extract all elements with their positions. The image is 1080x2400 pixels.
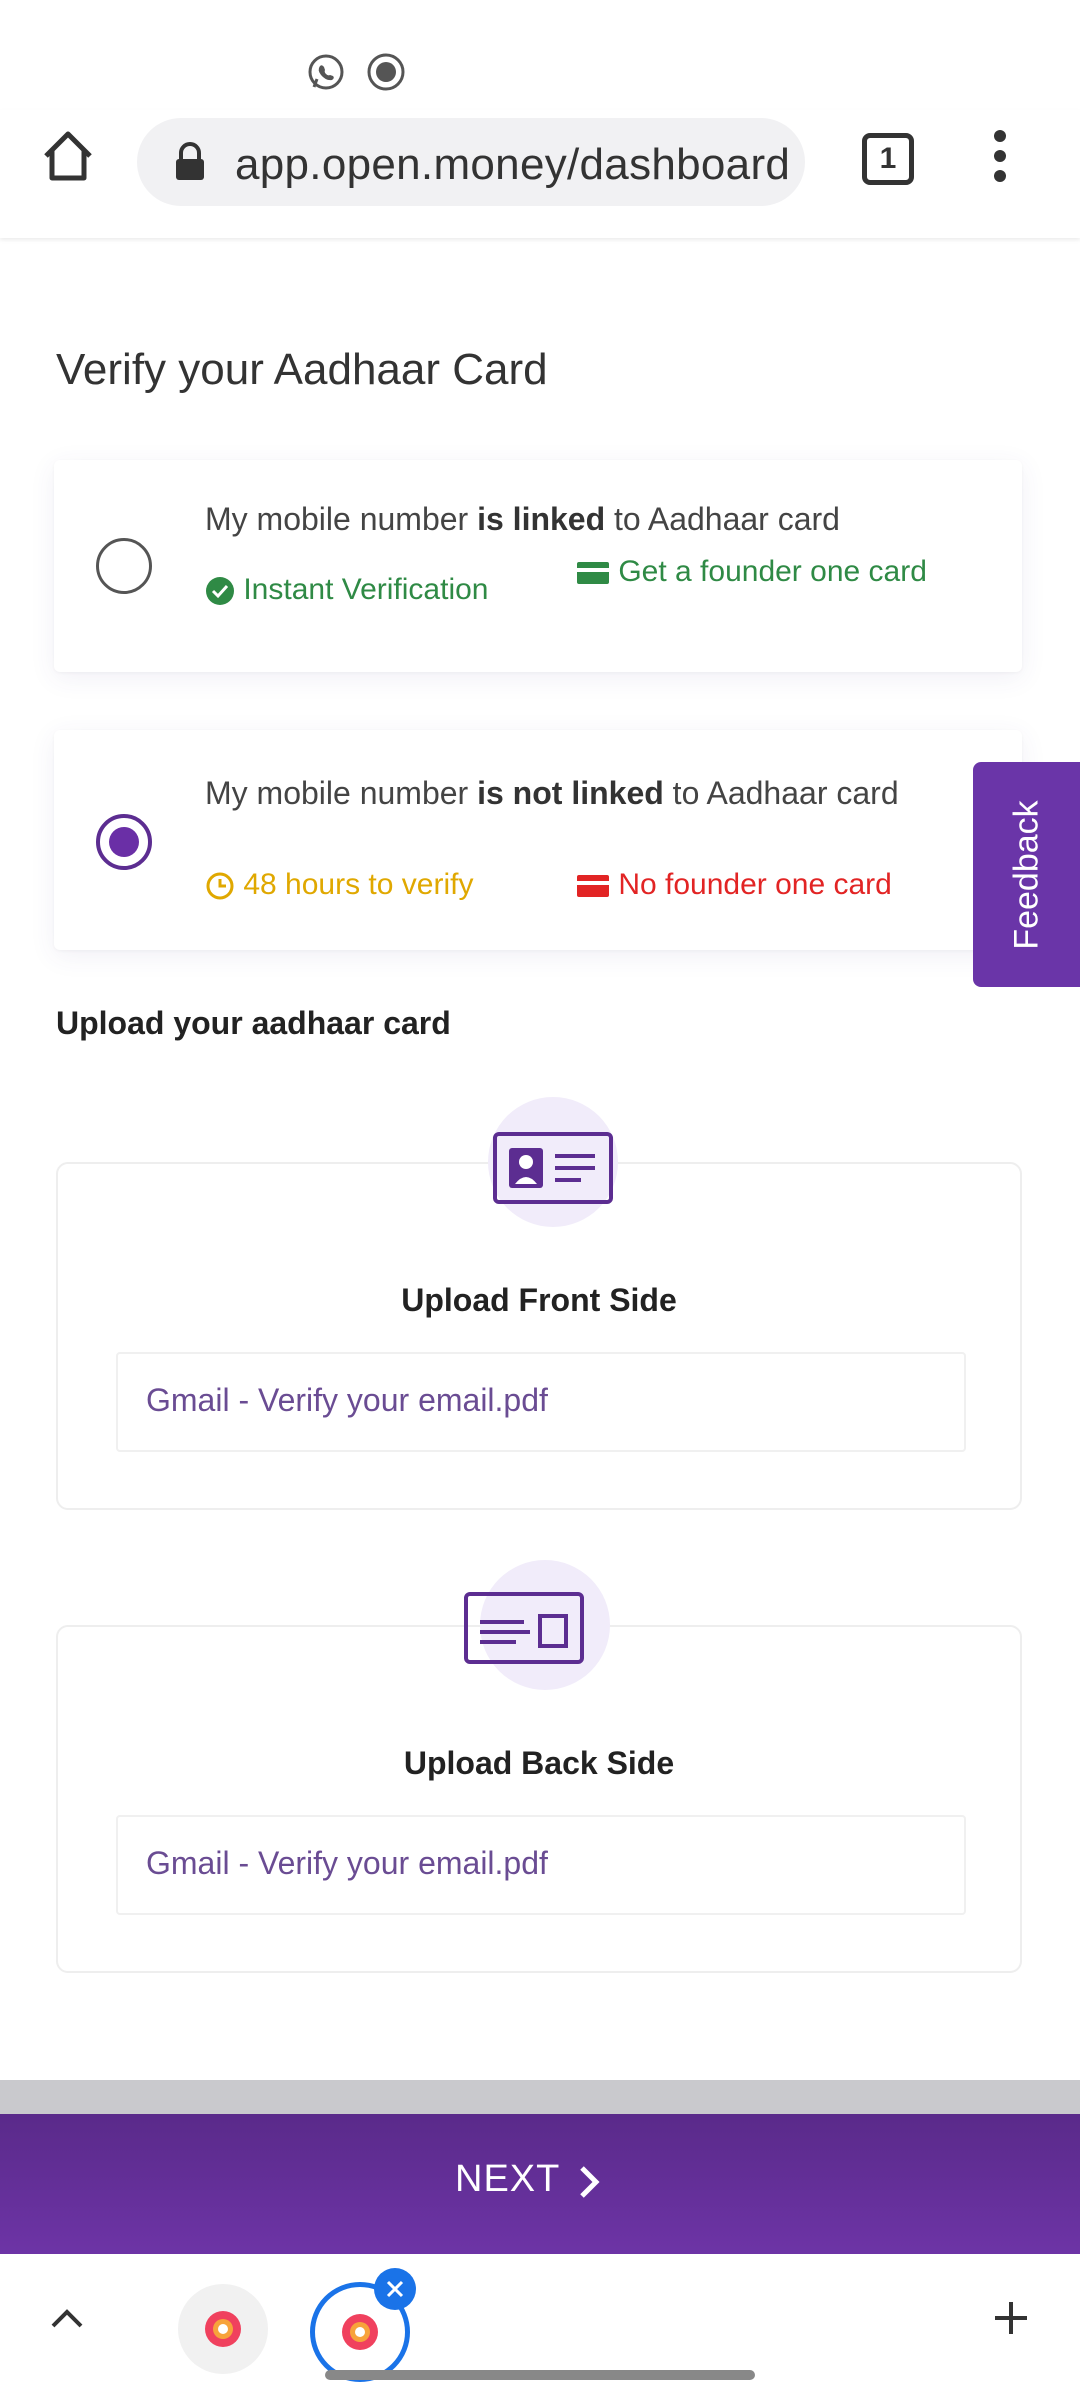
home-indicator [325, 2370, 755, 2380]
id-card-back-icon [464, 1592, 584, 1664]
close-icon[interactable] [374, 2268, 416, 2310]
upload-back-label: Upload Back Side [403, 1745, 675, 1781]
chevron-up-icon[interactable] [50, 2306, 84, 2330]
menu-icon[interactable] [988, 130, 1012, 190]
founder-card-tag: Get a founder one card [576, 552, 956, 592]
radio-linked[interactable] [96, 538, 152, 594]
app-logo-icon [342, 2314, 378, 2350]
next-label: NEXT [455, 2158, 561, 2200]
page-title: Verify your Aadhaar Card [56, 345, 548, 394]
whatsapp-icon [308, 54, 344, 90]
url-text: app.open.money/dashboard [235, 140, 791, 189]
next-divider [0, 2080, 1080, 2116]
upload-front-label: Upload Front Side [401, 1282, 677, 1318]
clock-icon [206, 872, 234, 900]
option-not-linked[interactable]: My mobile number is not linked to Aadhaa… [54, 730, 1022, 950]
tab-thumbnail-1[interactable] [178, 2284, 268, 2374]
plus-icon[interactable] [993, 2300, 1029, 2336]
time-to-verify-tag: 48 hours to verify [205, 865, 473, 905]
option-not-linked-text: My mobile number is not linked to Aadhaa… [205, 775, 899, 811]
tab-switcher-button[interactable]: 1 [862, 133, 914, 185]
home-icon[interactable] [40, 128, 96, 184]
no-founder-card-tag: No founder one card [576, 865, 892, 905]
lock-icon [176, 142, 204, 180]
upload-heading: Upload your aadhaar card [56, 1005, 451, 1041]
back-file-name: Gmail - Verify your email.pdf [146, 1845, 548, 1881]
instant-verification-tag: Instant Verification [205, 570, 489, 610]
address-bar[interactable]: app.open.money/dashboard [137, 118, 805, 206]
option-linked-text: My mobile number is linked to Aadhaar ca… [205, 501, 840, 537]
feedback-tab[interactable]: Feedback [973, 762, 1080, 987]
card-icon [577, 875, 609, 898]
feedback-label: Feedback [1007, 799, 1045, 950]
check-circle-icon [206, 577, 234, 606]
app-logo-icon [205, 2311, 241, 2347]
id-card-front-icon [493, 1132, 613, 1204]
radio-not-linked[interactable] [96, 814, 152, 870]
browser-toolbar: app.open.money/dashboard 1 [0, 110, 1080, 238]
front-file-name: Gmail - Verify your email.pdf [146, 1382, 548, 1418]
option-linked[interactable]: My mobile number is linked to Aadhaar ca… [54, 460, 1022, 672]
card-icon [577, 562, 609, 585]
chevron-right-icon [580, 2166, 600, 2198]
next-button[interactable]: NEXT [0, 2114, 1080, 2254]
record-icon [367, 53, 405, 91]
